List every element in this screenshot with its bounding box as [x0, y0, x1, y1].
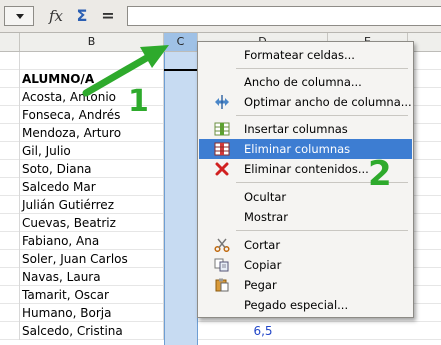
step-number-1: 1	[128, 84, 149, 119]
step-number-2: 2	[368, 154, 392, 194]
